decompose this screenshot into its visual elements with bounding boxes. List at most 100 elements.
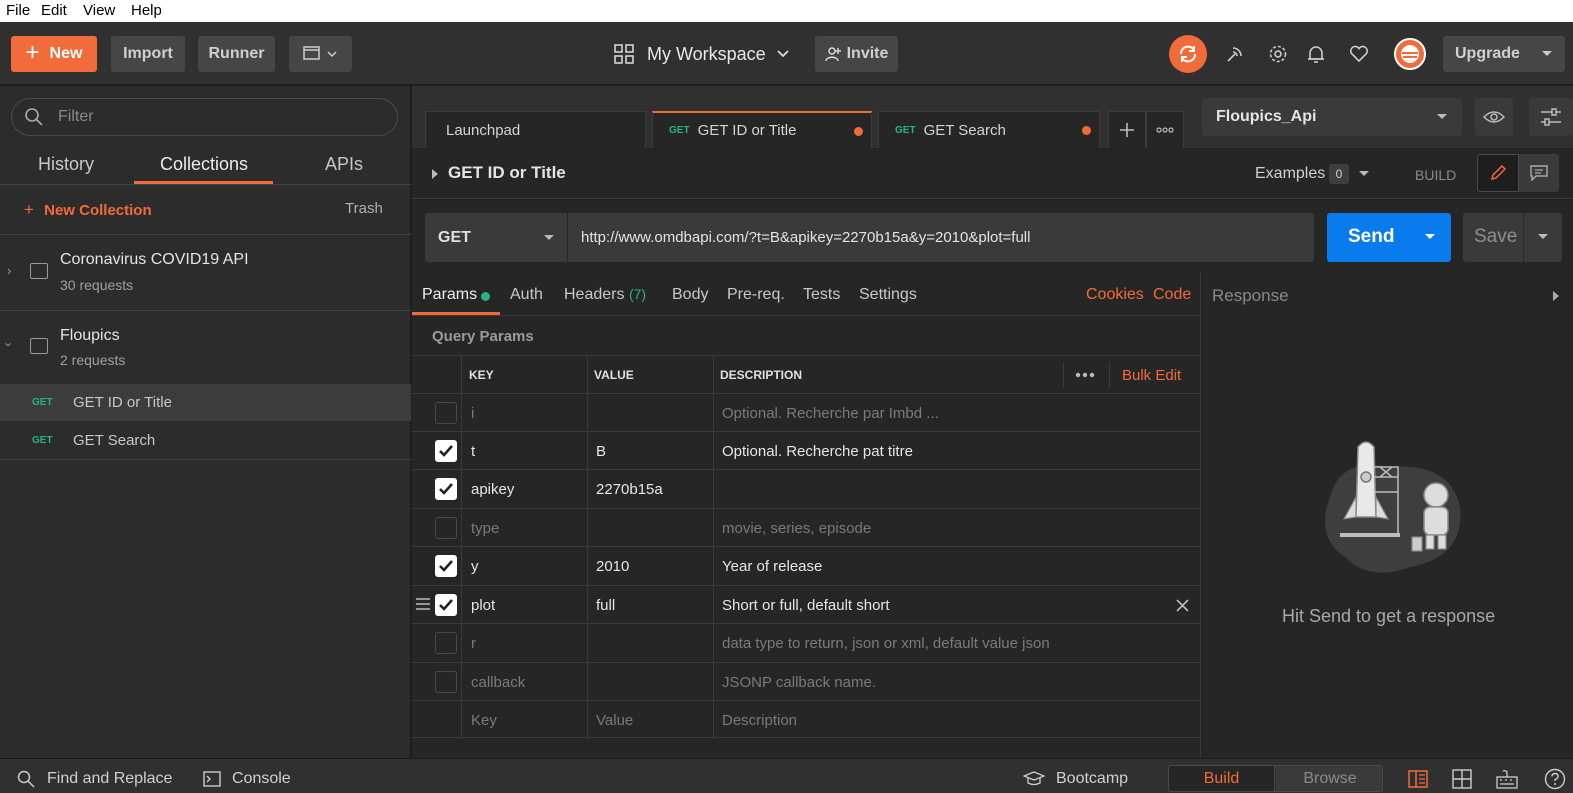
new-value-input[interactable]: Value — [596, 701, 633, 739]
request-item[interactable]: GET GET Search — [0, 422, 411, 459]
tab-headers[interactable]: Headers (7) — [564, 286, 646, 304]
param-description[interactable]: data type to return, json or xml, defaul… — [722, 624, 1050, 662]
param-key[interactable]: t — [471, 432, 475, 470]
tab-auth[interactable]: Auth — [510, 286, 543, 304]
row-checkbox[interactable] — [435, 594, 457, 616]
add-tab-button[interactable] — [1108, 111, 1146, 148]
upgrade-button[interactable]: Upgrade — [1443, 36, 1565, 72]
new-key-input[interactable]: Key — [471, 701, 497, 739]
cookies-link[interactable]: Cookies — [1086, 286, 1144, 304]
new-collection-button[interactable]: + New Collection — [24, 200, 152, 220]
row-checkbox[interactable] — [435, 402, 457, 424]
new-button[interactable]: + New — [11, 36, 97, 72]
row-checkbox[interactable] — [435, 671, 457, 693]
param-key[interactable]: type — [471, 509, 499, 547]
console-button[interactable]: Console — [203, 770, 291, 788]
build-mode-button[interactable]: Build — [1169, 766, 1275, 791]
tab-prerequest[interactable]: Pre-req. — [727, 286, 785, 304]
row-checkbox[interactable] — [435, 478, 457, 500]
new-window-button[interactable] — [289, 36, 352, 72]
settings-gear-icon[interactable] — [1267, 43, 1289, 65]
layout-grid-icon[interactable] — [1452, 769, 1472, 789]
tab-get-search[interactable]: GET GET Search — [878, 111, 1100, 148]
browse-mode-button[interactable]: Browse — [1276, 766, 1382, 791]
param-description[interactable]: Optional. Recherche par Imbd ... — [722, 394, 939, 432]
row-checkbox[interactable] — [435, 440, 457, 462]
caret-right-icon[interactable] — [1552, 291, 1560, 301]
trash-button[interactable]: Trash — [345, 200, 383, 217]
chevron-down-icon[interactable] — [1358, 170, 1370, 178]
tab-tests[interactable]: Tests — [803, 286, 840, 304]
notifications-bell-icon[interactable] — [1305, 43, 1327, 65]
help-icon[interactable] — [1544, 768, 1566, 790]
more-horizontal-icon[interactable] — [1075, 372, 1095, 378]
new-description-input[interactable]: Description — [722, 701, 797, 739]
tab-settings[interactable]: Settings — [859, 286, 917, 304]
chevron-down-icon[interactable] — [1424, 233, 1436, 241]
menu-edit[interactable]: Edit — [41, 2, 67, 19]
find-replace-button[interactable]: Find and Replace — [17, 770, 172, 788]
tab-apis[interactable]: APIs — [325, 154, 363, 175]
tab-get-id-or-title[interactable]: GET GET ID or Title — [652, 111, 872, 148]
edit-mode-button[interactable] — [1477, 154, 1519, 192]
param-key[interactable]: r — [471, 624, 476, 662]
drag-handle-icon[interactable] — [416, 598, 430, 610]
param-key[interactable]: callback — [471, 663, 525, 701]
url-input[interactable]: http://www.omdbapi.com/?t=B&apikey=2270b… — [568, 213, 1314, 262]
filter-input[interactable]: Filter — [11, 98, 398, 136]
param-value[interactable]: 2010 — [596, 547, 629, 585]
request-item[interactable]: GET GET ID or Title — [0, 384, 411, 421]
examples-button[interactable]: Examples — [1255, 165, 1325, 183]
param-value[interactable]: full — [596, 586, 615, 624]
code-link[interactable]: Code — [1153, 286, 1191, 304]
tab-params[interactable]: Params — [422, 286, 477, 304]
import-button[interactable]: Import — [111, 36, 185, 72]
keyboard-shortcuts-icon[interactable] — [1496, 769, 1518, 789]
caret-right-icon[interactable] — [430, 168, 440, 180]
tab-collections[interactable]: Collections — [160, 154, 248, 175]
runner-button[interactable]: Runner — [198, 36, 275, 72]
avatar[interactable] — [1394, 38, 1426, 70]
menu-file[interactable]: File — [6, 2, 30, 19]
bulk-edit-button[interactable]: Bulk Edit — [1122, 356, 1181, 394]
environment-select[interactable]: Floupics_Api — [1202, 98, 1462, 136]
param-key[interactable]: y — [471, 547, 479, 585]
param-value[interactable]: 2270b15a — [596, 470, 663, 508]
close-icon[interactable] — [1176, 599, 1189, 612]
method-select[interactable]: GET — [425, 213, 567, 262]
interceptor-icon[interactable] — [1224, 43, 1246, 65]
manage-environments-button[interactable] — [1529, 98, 1573, 136]
param-key[interactable]: apikey — [471, 470, 514, 508]
environment-quick-look-button[interactable] — [1475, 98, 1513, 136]
sync-button[interactable] — [1169, 35, 1207, 73]
row-checkbox[interactable] — [435, 517, 457, 539]
param-description[interactable]: JSONP callback name. — [722, 663, 876, 701]
menu-help[interactable]: Help — [131, 2, 162, 19]
param-key[interactable]: i — [471, 394, 474, 432]
request-title[interactable]: GET ID or Title — [448, 163, 566, 183]
comments-button[interactable] — [1519, 154, 1559, 192]
save-button[interactable]: Save — [1463, 213, 1562, 262]
send-button[interactable]: Send — [1327, 213, 1451, 262]
chevron-down-icon[interactable] — [1537, 233, 1549, 241]
two-pane-view-icon[interactable] — [1408, 770, 1428, 788]
heart-icon[interactable] — [1348, 43, 1370, 65]
param-description[interactable]: Year of release — [722, 547, 822, 585]
tab-options-button[interactable] — [1146, 111, 1184, 148]
workspace-selector[interactable]: My Workspace — [613, 36, 790, 72]
param-description[interactable]: movie, series, episode — [722, 509, 871, 547]
row-checkbox[interactable] — [435, 555, 457, 577]
tab-body[interactable]: Body — [672, 286, 708, 304]
param-value[interactable]: B — [596, 432, 606, 470]
invite-button[interactable]: Invite — [815, 36, 898, 72]
menu-view[interactable]: View — [83, 2, 115, 19]
collection-item[interactable]: › Floupics 2 requests — [0, 311, 411, 384]
param-description[interactable]: Short or full, default short — [722, 586, 890, 624]
param-description[interactable]: Optional. Recherche pat titre — [722, 432, 913, 470]
bootcamp-button[interactable]: Bootcamp — [1023, 770, 1128, 788]
tab-history[interactable]: History — [38, 154, 94, 175]
param-key[interactable]: plot — [471, 586, 495, 624]
collection-item[interactable]: › Coronavirus COVID19 API 30 requests — [0, 235, 411, 310]
tab-launchpad[interactable]: Launchpad — [425, 111, 646, 148]
row-checkbox[interactable] — [435, 632, 457, 654]
